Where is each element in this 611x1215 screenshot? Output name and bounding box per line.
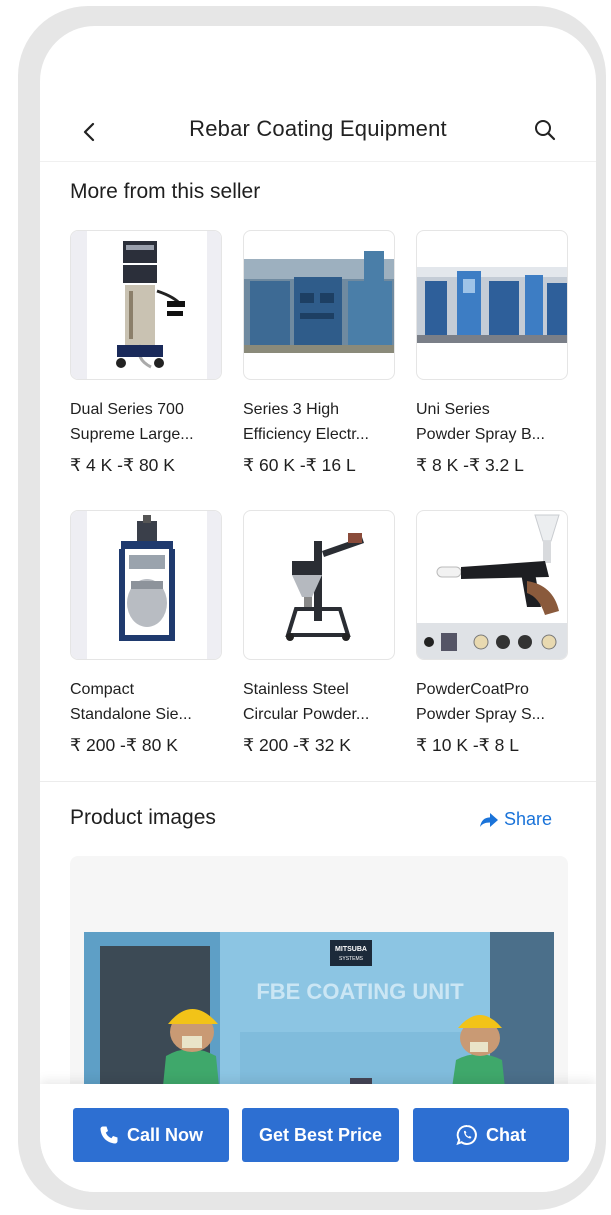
whatsapp-icon (456, 1124, 477, 1146)
share-arrow-icon (480, 812, 498, 827)
product-card-5[interactable]: Stainless Steel Circular Powder... ₹ 200… (243, 510, 395, 756)
phone-icon (100, 1126, 118, 1144)
chat-button[interactable]: Chat (413, 1108, 569, 1162)
product-image-viewer[interactable]: MITSUBA SYSTEMS FBE COATING UNIT (70, 856, 568, 1116)
section-title-more-from-seller: More from this seller (70, 180, 261, 203)
product-card-6[interactable]: PowderCoatPro Powder Spray S... ₹ 10 K -… (416, 510, 568, 756)
product-name-line-1: Compact (70, 681, 135, 698)
section-title-product-images: Product images (70, 806, 216, 829)
app-header: Rebar Coating Equipment (40, 106, 596, 162)
product-thumb (416, 510, 568, 660)
product-name-line-1: PowderCoatPro (416, 681, 529, 698)
product-card-2[interactable]: Series 3 High Efficiency Electr... ₹ 60 … (243, 230, 395, 476)
product-name-line-2: Supreme Large... (70, 426, 194, 443)
share-link[interactable]: Share (480, 809, 552, 830)
product-name-line-1: Uni Series (416, 401, 490, 418)
product-name-line-1: Stainless Steel (243, 681, 349, 698)
product-thumb (416, 230, 568, 380)
product-name-line-1: Dual Series 700 (70, 401, 184, 418)
section-divider (40, 781, 596, 782)
image-brand-sub-text: SYSTEMS (339, 956, 364, 962)
product-photo: MITSUBA SYSTEMS FBE COATING UNIT (84, 932, 554, 1116)
get-best-price-button[interactable]: Get Best Price (242, 1108, 399, 1162)
product-thumb (70, 230, 222, 380)
phone-screen: Rebar Coating Equipment More from this s… (40, 26, 596, 1192)
product-card-1[interactable]: Dual Series 700 Supreme Large... ₹ 4 K -… (70, 230, 222, 476)
product-name-line-1: Series 3 High (243, 401, 340, 418)
product-thumb (243, 510, 395, 660)
product-name-line-2: Powder Spray B... (416, 426, 545, 443)
image-unit-text: FBE COATING UNIT (256, 979, 464, 1004)
bottom-action-bar: Call Now Get Best Price Chat (40, 1084, 596, 1192)
image-brand-text: MITSUBA (335, 946, 367, 953)
product-price: ₹ 60 K -₹ 16 L (243, 455, 356, 475)
product-name-line-2: Standalone Sie... (70, 706, 192, 723)
call-now-button[interactable]: Call Now (73, 1108, 229, 1162)
product-card-3[interactable]: Uni Series Powder Spray B... ₹ 8 K -₹ 3.… (416, 230, 568, 476)
search-button[interactable] (528, 112, 562, 148)
product-name-line-2: Efficiency Electr... (243, 426, 369, 443)
product-price: ₹ 200 -₹ 80 K (70, 735, 178, 755)
product-price: ₹ 4 K -₹ 80 K (70, 455, 175, 475)
product-price: ₹ 200 -₹ 32 K (243, 735, 351, 755)
product-price: ₹ 10 K -₹ 8 L (416, 735, 520, 755)
chat-label: Chat (486, 1124, 526, 1145)
call-now-label: Call Now (126, 1124, 203, 1145)
page-title: Rebar Coating Equipment (189, 116, 447, 141)
product-card-4[interactable]: Compact Standalone Sie... ₹ 200 -₹ 80 K (70, 510, 222, 756)
product-name-line-2: Powder Spray S... (416, 706, 545, 723)
product-thumb (70, 510, 222, 660)
search-icon (535, 120, 556, 141)
product-name-line-2: Circular Powder... (243, 706, 370, 723)
product-thumb (243, 230, 395, 380)
product-price: ₹ 8 K -₹ 3.2 L (416, 455, 524, 475)
share-label: Share (504, 809, 553, 829)
get-best-price-label: Get Best Price (258, 1124, 383, 1145)
